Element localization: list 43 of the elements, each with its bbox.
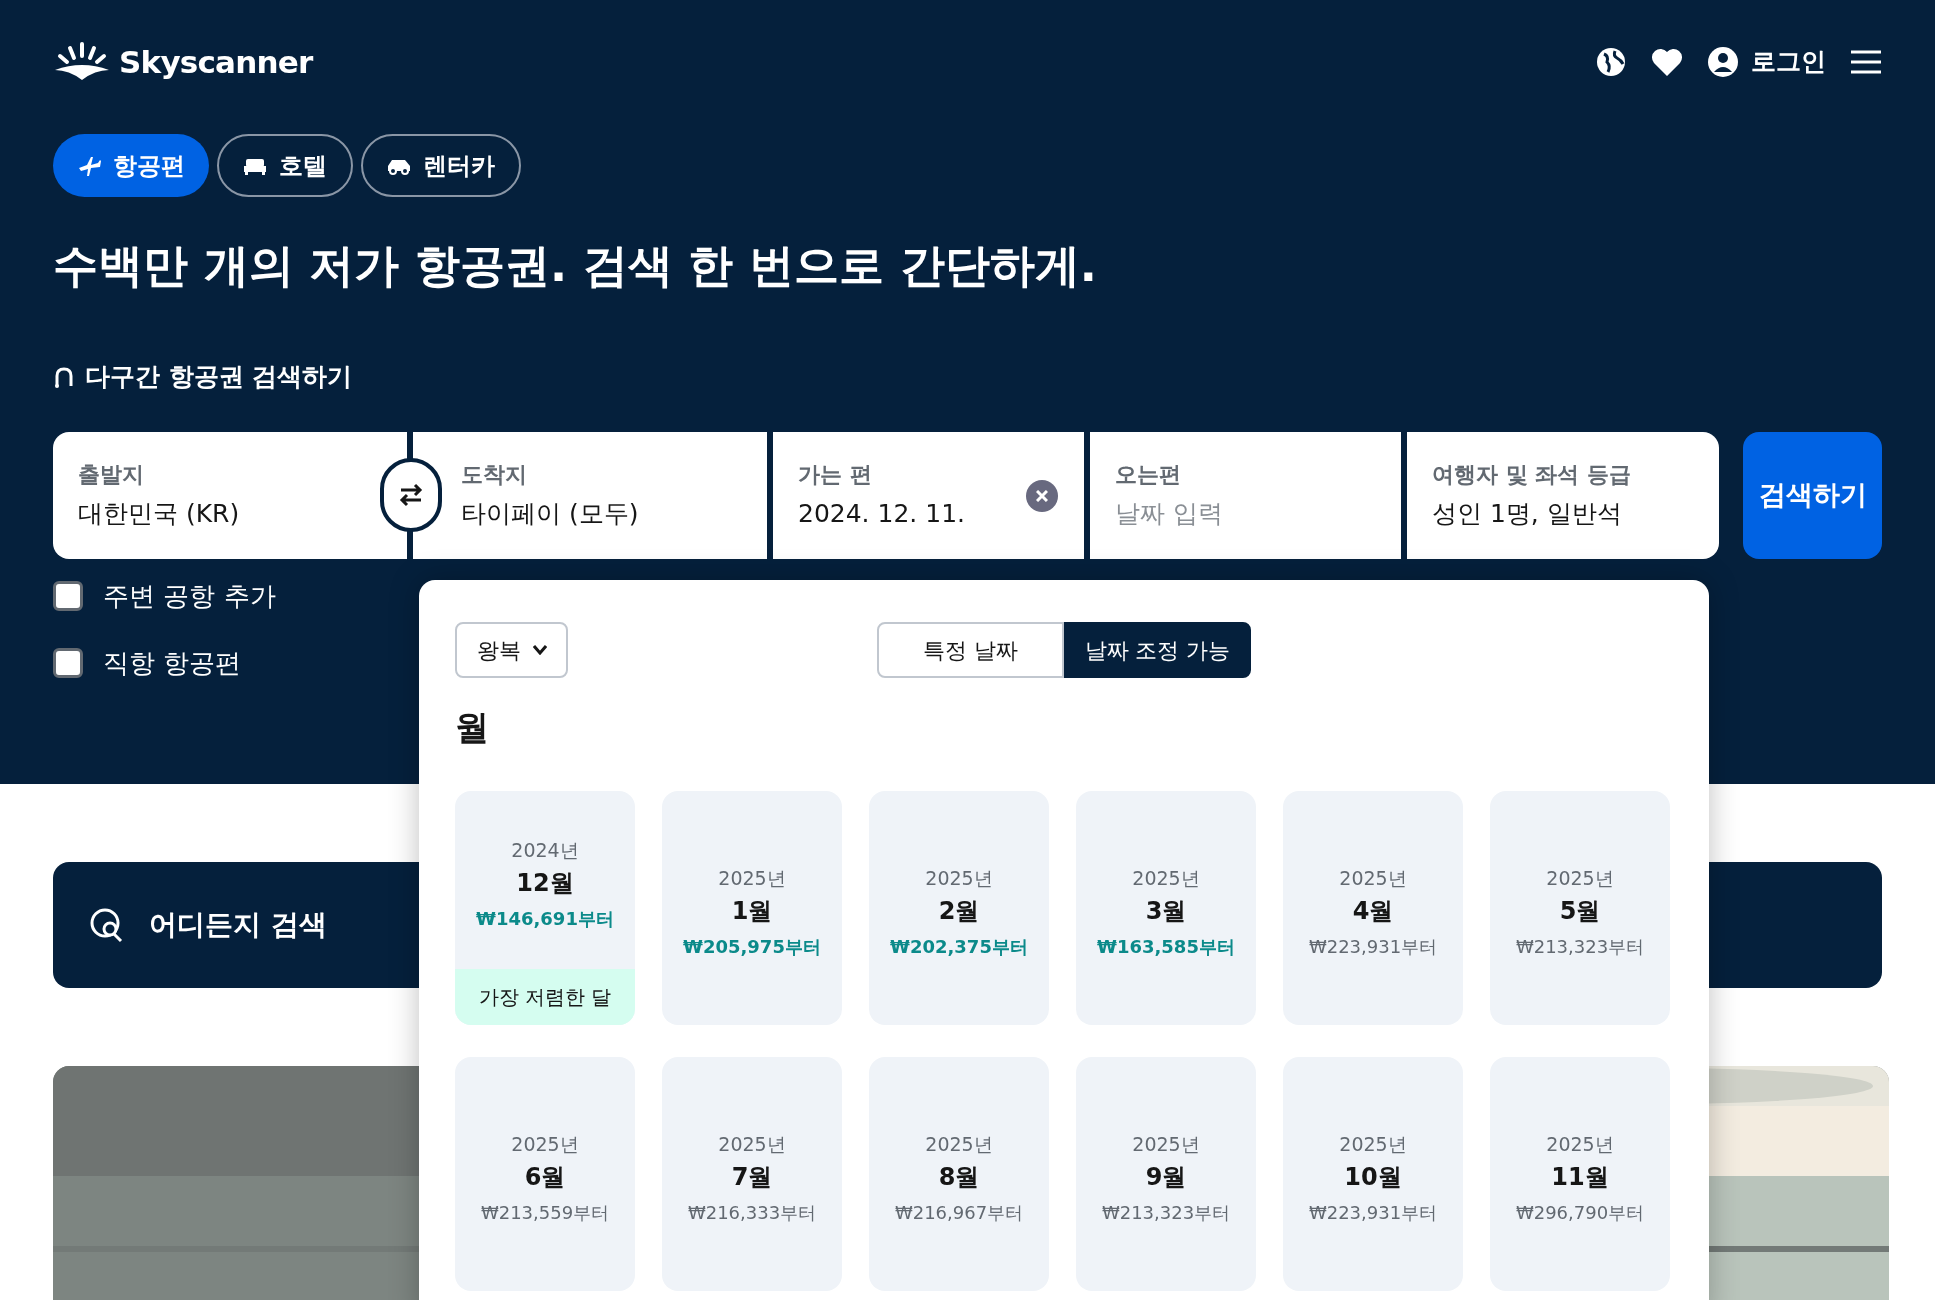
section-heading: 월 — [455, 706, 489, 749]
month-card[interactable]: 2025년 6월 ₩213,559부터 — [455, 1057, 635, 1291]
search-button[interactable]: 검색하기 — [1743, 431, 1882, 559]
checkbox-option[interactable]: 직항 항공편 — [53, 643, 242, 683]
category-tab[interactable]: 항공편 — [53, 134, 209, 197]
search-field[interactable]: 도착지 타이페이 (모두) — [413, 431, 767, 559]
month-card[interactable]: 2025년 4월 ₩223,931부터 — [1283, 791, 1463, 1025]
multi-city-link[interactable]: 다구간 항공권 검색하기 — [53, 358, 353, 396]
globe-search-icon — [89, 907, 125, 943]
logo-text[interactable]: Skyscanner — [119, 38, 313, 86]
menu-icon[interactable] — [1850, 49, 1882, 75]
month-card[interactable]: 2024년 12월 ₩146,691부터 가장 저렴한 달 — [455, 791, 635, 1025]
clear-button[interactable] — [1026, 479, 1058, 512]
month-card[interactable]: 2025년 7월 ₩216,333부터 — [662, 1057, 842, 1291]
month-card[interactable]: 2025년 8월 ₩216,967부터 — [869, 1057, 1049, 1291]
cheapest-badge: 가장 저렴한 달 — [455, 969, 635, 1025]
heart-icon[interactable] — [1651, 47, 1683, 77]
category-tab[interactable]: 렌터카 — [361, 134, 521, 197]
checkbox[interactable] — [53, 581, 83, 611]
month-card[interactable]: 2025년 9월 ₩213,323부터 — [1076, 1057, 1256, 1291]
search-field[interactable]: 여행자 및 좌석 등급 성인 1명, 일반석 — [1407, 431, 1719, 559]
month-card[interactable]: 2025년 10월 ₩223,931부터 — [1283, 1057, 1463, 1291]
close-icon — [1036, 489, 1048, 502]
search-field[interactable]: 가는 편 2024. 12. 11. — [773, 431, 1084, 559]
globe-icon[interactable] — [1595, 46, 1627, 78]
month-card[interactable]: 2025년 3월 ₩163,585부터 — [1076, 791, 1256, 1025]
search-field[interactable]: 오는편 날짜 입력 — [1090, 431, 1401, 559]
search-field[interactable]: 출발지 대한민국 (KR) — [53, 431, 407, 559]
headline: 수백만 개의 저가 항공권. 검색 한 번으로 간단하게. — [53, 243, 1098, 288]
checkbox-option[interactable]: 주변 공항 추가 — [53, 576, 276, 616]
user-icon — [1707, 46, 1739, 78]
date-mode-toggle[interactable]: 날짜 조정 가능 — [1064, 622, 1251, 678]
login-button[interactable]: 로그인 — [1707, 43, 1826, 81]
checkbox[interactable] — [53, 648, 83, 678]
month-card[interactable]: 2025년 2월 ₩202,375부터 — [869, 791, 1049, 1025]
month-card[interactable]: 2025년 1월 ₩205,975부터 — [662, 791, 842, 1025]
category-tab[interactable]: 호텔 — [217, 134, 353, 197]
chevron-down-icon — [532, 645, 547, 655]
swap-arrows-icon — [398, 482, 424, 507]
month-card[interactable]: 2025년 11월 ₩296,790부터 — [1490, 1057, 1670, 1291]
month-card[interactable]: 2025년 5월 ₩213,323부터 — [1490, 791, 1670, 1025]
date-mode-toggle[interactable]: 특정 날짜 — [877, 622, 1064, 678]
trip-type-dropdown[interactable]: 왕복 — [455, 622, 568, 678]
